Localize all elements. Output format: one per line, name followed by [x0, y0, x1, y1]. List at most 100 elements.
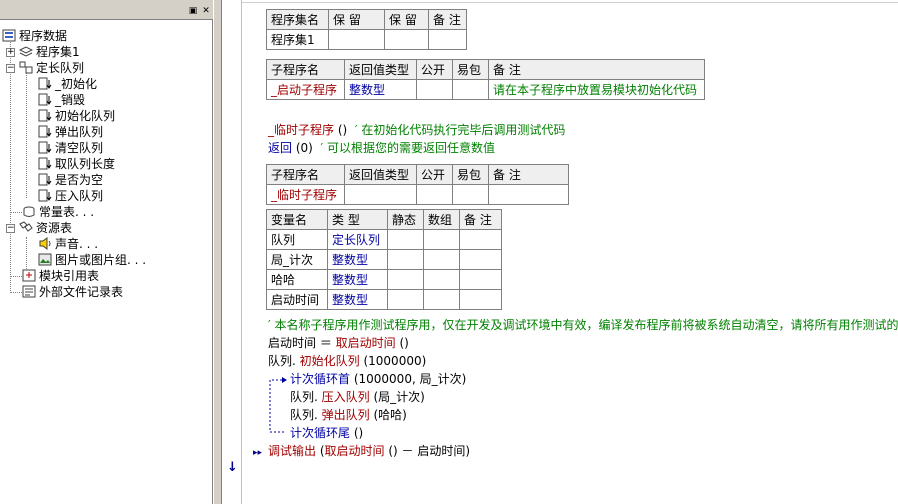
- table-cell[interactable]: [459, 289, 502, 310]
- table-header: 备 注: [459, 209, 502, 230]
- pane-splitter[interactable]: [213, 0, 222, 504]
- table-cell[interactable]: [452, 79, 489, 100]
- tree-method-item[interactable]: _销毁: [38, 92, 85, 108]
- tree-method-item[interactable]: 初始化队列: [38, 108, 115, 124]
- tree-method-item[interactable]: 清空队列: [38, 140, 103, 156]
- table-cell[interactable]: [423, 289, 460, 310]
- code-line[interactable]: 计次循环首 (1000000, 局_计次): [290, 370, 466, 388]
- table-header: 备 注: [428, 9, 467, 30]
- table-cell[interactable]: 队列: [266, 229, 328, 250]
- tree-images[interactable]: 图片或图片组. . .: [38, 252, 146, 268]
- operator: ＝: [316, 336, 336, 350]
- tree-sound[interactable]: 声音. . .: [38, 236, 98, 252]
- table-cell[interactable]: 整数型: [327, 289, 388, 310]
- table-cell[interactable]: [459, 249, 502, 270]
- code-line[interactable]: 队列. 初始化队列 (1000000): [268, 352, 426, 370]
- table-cell[interactable]: [428, 29, 467, 50]
- table-header: 静态: [387, 209, 424, 230]
- speaker-icon: [39, 237, 51, 250]
- table-cell[interactable]: [344, 184, 417, 205]
- tree-root[interactable]: 程序数据: [2, 28, 67, 44]
- method-call: 初始化队列: [295, 354, 360, 368]
- table-cell[interactable]: 局_计次: [266, 249, 328, 270]
- code-args: (哈哈): [369, 408, 407, 422]
- expand-toggle[interactable]: +: [6, 48, 15, 57]
- table-cell[interactable]: [416, 79, 453, 100]
- table-header: 数组: [423, 209, 460, 230]
- code-line[interactable]: _临时子程序 () ′ 在初始化代码执行完毕后调用测试代码: [268, 121, 565, 139]
- table-cell[interactable]: _临时子程序: [266, 184, 345, 205]
- table-cell[interactable]: [387, 269, 424, 290]
- code-args: (局_计次): [369, 390, 425, 404]
- method-icon: [38, 77, 52, 90]
- program-set-table: 程序集名 保 留 保 留 备 注 程序集1: [266, 9, 467, 50]
- method-icon: [38, 173, 52, 186]
- table-cell[interactable]: [387, 229, 424, 250]
- tree-method-item[interactable]: 是否为空: [38, 172, 103, 188]
- tree-method-item[interactable]: 取队列长度: [38, 156, 115, 172]
- collapse-toggle[interactable]: −: [6, 64, 15, 73]
- tree-program-set[interactable]: 程序集1: [19, 44, 80, 60]
- table-header: 易包: [452, 59, 489, 80]
- table-cell[interactable]: _启动子程序: [266, 79, 345, 100]
- table-cell[interactable]: 哈哈: [266, 269, 328, 290]
- code-args: (: [316, 444, 325, 458]
- table-cell[interactable]: [423, 249, 460, 270]
- table-row: 队列 定长队列: [266, 229, 502, 250]
- tree-method-item[interactable]: _初始化: [38, 76, 97, 92]
- pin-icon[interactable]: ▣: [188, 6, 198, 16]
- table-cell[interactable]: [384, 29, 429, 50]
- program-tree-pane: ▣ ✕ 程序数据 + 程序集1 − 定长队列 _初始化 _销毁 初始化队列 弹出…: [0, 0, 213, 504]
- table-cell[interactable]: 请在本子程序中放置易模块初始化代码: [488, 79, 705, 100]
- table-cell[interactable]: [328, 29, 385, 50]
- table-cell[interactable]: 启动时间: [266, 289, 328, 310]
- table-cell[interactable]: 程序集1: [266, 29, 329, 50]
- code-args: (0): [292, 141, 313, 155]
- code-line[interactable]: 计次循环尾 (): [290, 424, 363, 442]
- tree-constants[interactable]: 常量表. . .: [22, 204, 94, 220]
- table-cell[interactable]: 整数型: [327, 249, 388, 270]
- table-header: 程序集名: [266, 9, 329, 30]
- loop-bracket: [269, 377, 287, 433]
- code-line[interactable]: 启动时间 ＝ 取启动时间 (): [268, 334, 409, 352]
- table-cell[interactable]: [452, 184, 489, 205]
- tree-method-item[interactable]: 压入队列: [38, 188, 103, 204]
- tree-module-refs[interactable]: 模块引用表: [22, 268, 99, 284]
- table-header: 类 型: [327, 209, 388, 230]
- collapse-toggle[interactable]: −: [6, 224, 15, 233]
- breakpoint-arrow-icon[interactable]: ▸▸: [253, 444, 262, 462]
- tree-resources[interactable]: 资源表: [19, 220, 72, 236]
- method-icon: [38, 141, 52, 154]
- table-cell[interactable]: 整数型: [327, 269, 388, 290]
- close-icon[interactable]: ✕: [201, 6, 211, 16]
- code-line[interactable]: 调试输出 (取启动时间 () － 启动时间): [268, 442, 470, 460]
- table-cell[interactable]: [387, 249, 424, 270]
- resources-icon: [19, 221, 33, 232]
- code-comment-line[interactable]: ′ 本名称子程序用作测试程序用，仅在开发及调试环境中有效，编译发布程序前将被系统…: [268, 316, 898, 334]
- code-line[interactable]: 返回 (0) ′ 可以根据您的需要返回任意数值: [268, 139, 495, 157]
- table-cell[interactable]: [416, 184, 453, 205]
- table-cell[interactable]: 整数型: [344, 79, 417, 100]
- temp-sub-table: 子程序名 返回值类型 公开 易包 备 注 _临时子程序: [266, 164, 569, 205]
- table-cell[interactable]: [459, 229, 502, 250]
- code-line[interactable]: 队列. 压入队列 (局_计次): [290, 388, 425, 406]
- table-cell[interactable]: [459, 269, 502, 290]
- tree-method-item[interactable]: 弹出队列: [38, 124, 103, 140]
- table-cell[interactable]: [488, 184, 569, 205]
- object: 队列.: [290, 390, 318, 404]
- table-cell[interactable]: [423, 269, 460, 290]
- code-line[interactable]: 队列. 弹出队列 (哈哈): [290, 406, 407, 424]
- table-cell[interactable]: 定长队列: [327, 229, 388, 250]
- pane-header: ▣ ✕: [0, 0, 213, 20]
- tree-external-files[interactable]: 外部文件记录表: [22, 284, 123, 300]
- module-ref-icon: [22, 269, 36, 282]
- code-comment: ′ 可以根据您的需要返回任意数值: [320, 141, 496, 155]
- editor-gutter: [222, 0, 242, 504]
- table-cell[interactable]: [387, 289, 424, 310]
- table-row: 哈哈 整数型: [266, 269, 502, 290]
- table-cell[interactable]: [423, 229, 460, 250]
- method-icon: [38, 157, 52, 170]
- sub-name: _临时子程序: [268, 123, 335, 137]
- tree-class[interactable]: 定长队列: [19, 60, 84, 76]
- method-icon: [38, 93, 52, 106]
